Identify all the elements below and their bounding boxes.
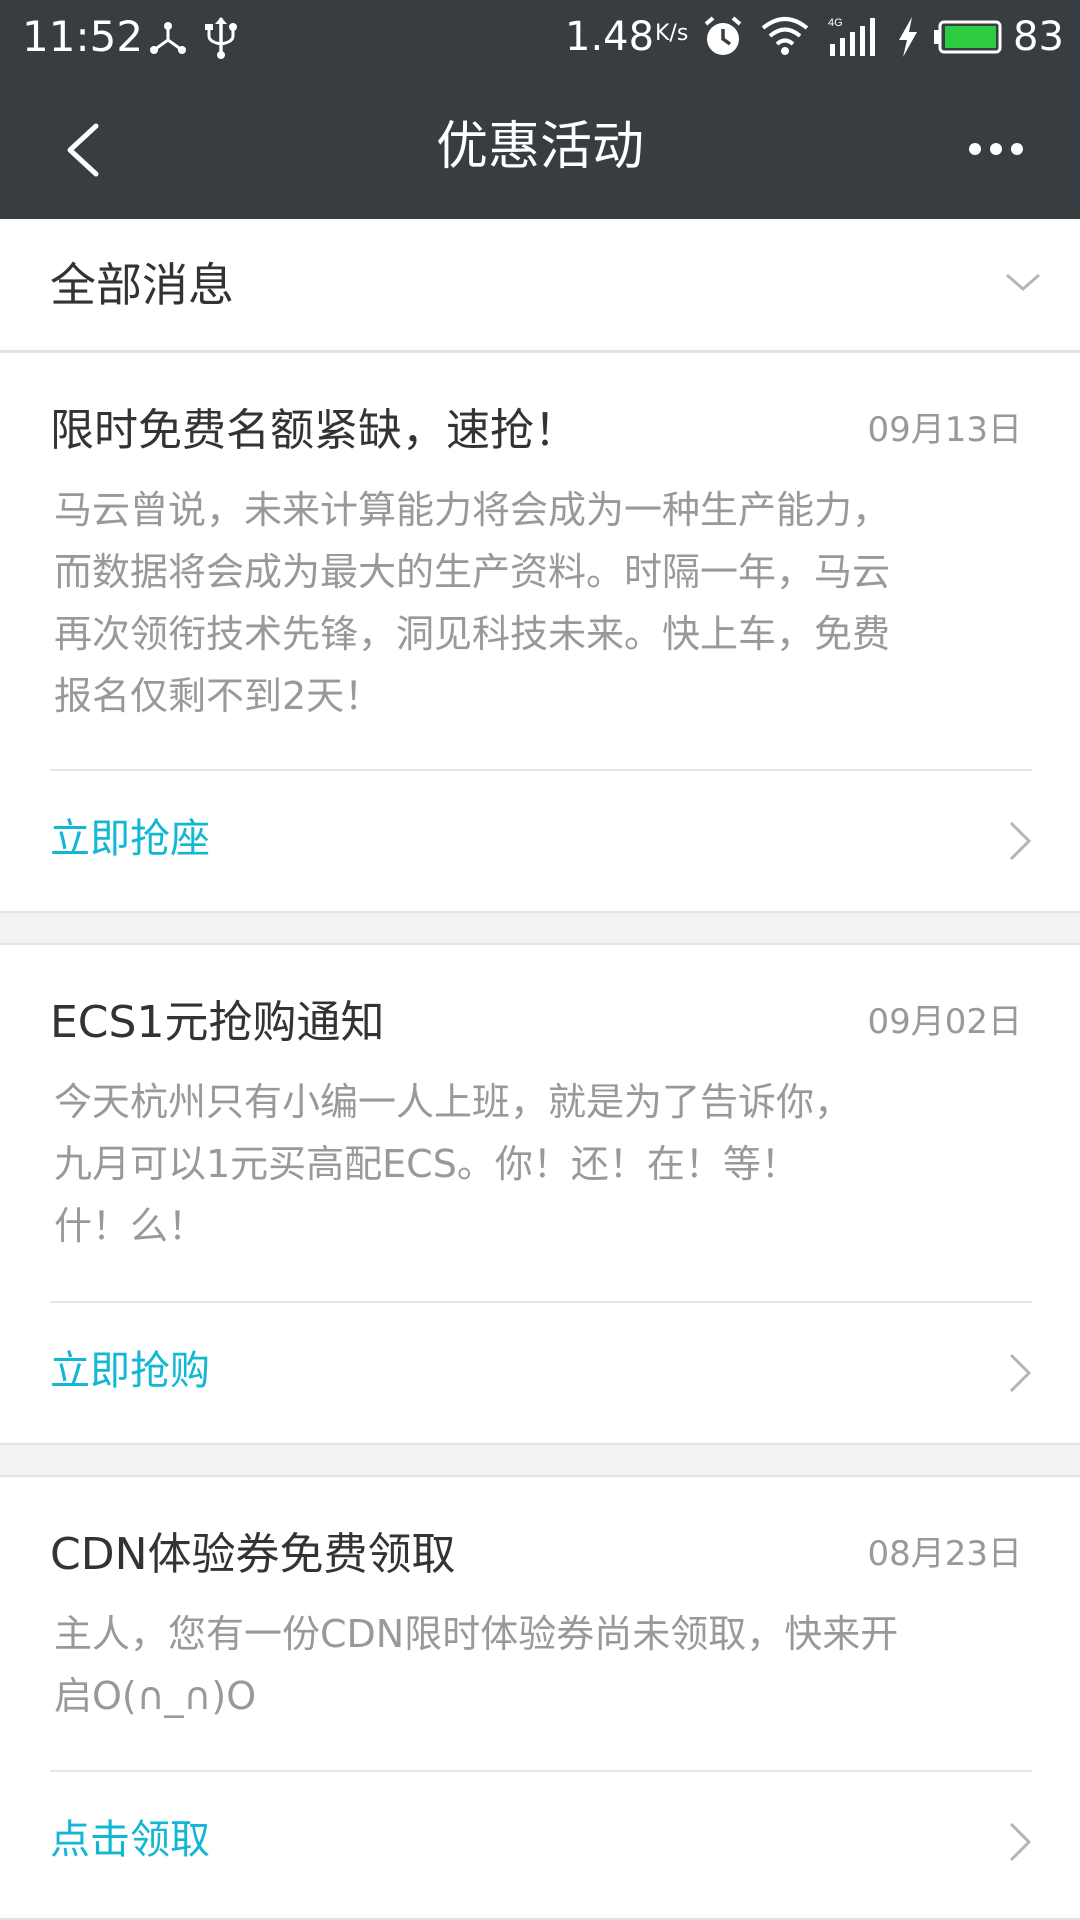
message-card: ECS1元抢购通知 09月02日 今天杭州只有小编一人上班，就是为了告诉你，九月… — [0, 943, 1080, 1445]
action-label: 立即抢座 — [50, 816, 210, 862]
message-date: 09月02日 — [867, 1002, 1022, 1042]
nav-bar: 优惠活动 — [0, 74, 1080, 219]
message-date: 09月13日 — [867, 410, 1022, 450]
page-title: 优惠活动 — [435, 117, 644, 177]
action-label: 点击领取 — [50, 1817, 210, 1863]
action-link[interactable]: 立即抢座 — [0, 771, 1080, 911]
message-date: 08月23日 — [867, 1534, 1022, 1574]
wifi-icon — [761, 17, 809, 55]
action-label: 立即抢购 — [50, 1348, 210, 1394]
status-time: 11:52 — [22, 12, 144, 61]
message-description: 今天杭州只有小编一人上班，就是为了告诉你，九月可以1元买高配ECS。你！还！在！… — [54, 1080, 853, 1248]
message-filter-dropdown[interactable]: 全部消息 — [0, 219, 1080, 352]
network-speed-unit: K/s — [655, 21, 689, 46]
action-link[interactable]: 立即抢购 — [0, 1303, 1080, 1443]
filter-label: 全部消息 — [50, 258, 234, 312]
chevron-right-icon — [1009, 821, 1032, 861]
message-description: 马云曾说，未来计算能力将会成为一种生产能力，而数据将会成为最大的生产资料。时隔一… — [54, 488, 891, 718]
action-link[interactable]: 点击领取 — [0, 1772, 1080, 1912]
battery-percent: 83 — [1013, 14, 1064, 60]
battery-icon — [934, 20, 1002, 54]
message-card: 限时免费名额紧缺，速抢！ 09月13日 马云曾说，未来计算能力将会成为一种生产能… — [0, 351, 1080, 913]
chevron-right-icon — [1009, 1822, 1032, 1862]
more-dots-icon — [969, 143, 1023, 155]
more-button[interactable] — [966, 124, 1026, 174]
chevron-right-icon — [1009, 1353, 1032, 1393]
alarm-icon — [704, 16, 742, 55]
network-share-icon — [150, 22, 186, 54]
signal-4g-icon: 4G — [828, 17, 875, 56]
usb-icon — [205, 17, 237, 59]
status-bar: 11:52 1.48 K/s 4G 83 — [0, 0, 1080, 74]
network-speed: 1.48 — [565, 14, 655, 60]
message-title: CDN体验券免费领取 — [50, 1529, 456, 1580]
svg-text:4G: 4G — [828, 17, 843, 29]
charging-icon — [899, 17, 917, 57]
chevron-down-icon — [1006, 273, 1040, 291]
message-title: 限时免费名额紧缺，速抢！ — [50, 405, 578, 456]
message-description: 主人，您有一份CDN限时体验券尚未领取，快来开启O(∩_∩)O — [54, 1612, 899, 1718]
message-title: ECS1元抢购通知 — [50, 997, 385, 1048]
message-card: CDN体验券免费领取 08月23日 主人，您有一份CDN限时体验券尚未领取，快来… — [0, 1475, 1080, 1920]
